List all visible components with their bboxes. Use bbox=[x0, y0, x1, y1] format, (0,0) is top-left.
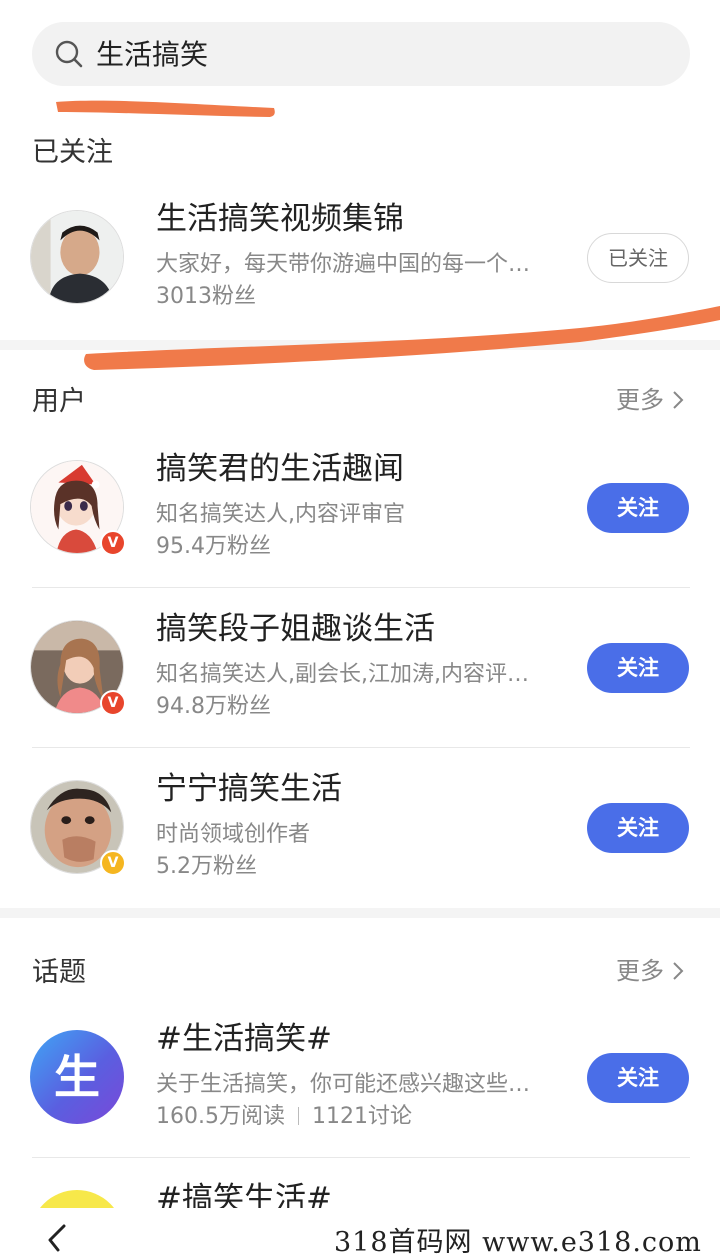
search-bar[interactable]: 生活搞笑 bbox=[32, 22, 690, 86]
row-fans: 95.4万粉丝 bbox=[156, 534, 271, 559]
followed-button[interactable]: 已关注 bbox=[587, 233, 689, 283]
row-fans: 94.8万粉丝 bbox=[156, 694, 271, 719]
more-label: 更多 bbox=[616, 386, 664, 414]
chevron-right-icon bbox=[673, 962, 684, 980]
more-label: 更多 bbox=[616, 957, 664, 985]
read-count: 160.5万阅读 bbox=[156, 1104, 285, 1129]
users-more-link[interactable]: 更多 bbox=[616, 384, 686, 416]
follow-button[interactable]: 关注 bbox=[587, 483, 689, 533]
search-icon bbox=[55, 40, 83, 68]
follow-button[interactable]: 关注 bbox=[587, 643, 689, 693]
divider bbox=[32, 1157, 690, 1158]
followed-row[interactable]: 生活搞笑视频集锦 大家好，每天带你游遍中国的每一个… 3013粉丝 已关注 bbox=[0, 180, 720, 340]
row-stats: 160.5万阅读 1121讨论 bbox=[156, 1102, 412, 1132]
search-input[interactable]: 生活搞笑 bbox=[96, 38, 208, 72]
section-title-topics: 话题 bbox=[32, 957, 86, 988]
section-title-followed: 已关注 bbox=[32, 137, 113, 168]
avatar bbox=[30, 210, 124, 304]
row-desc: 知名搞笑达人,副会长,江加涛,内容评… bbox=[156, 662, 529, 687]
row-name: #生活搞笑# bbox=[156, 1021, 332, 1057]
watermark-text: 318首码网 www.e318.com bbox=[334, 1227, 702, 1255]
section-divider bbox=[0, 908, 720, 918]
divider bbox=[32, 747, 690, 748]
back-arrow-icon[interactable] bbox=[44, 1222, 70, 1252]
row-desc: 知名搞笑达人,内容评审官 bbox=[156, 502, 405, 527]
verified-badge-icon: V bbox=[100, 690, 126, 716]
row-desc: 时尚领域创作者 bbox=[156, 822, 311, 847]
row-fans: 3013粉丝 bbox=[156, 284, 256, 309]
follow-button[interactable]: 关注 bbox=[587, 1053, 689, 1103]
user-row[interactable]: V 搞笑君的生活趣闻 知名搞笑达人,内容评审官 95.4万粉丝 关注 bbox=[0, 430, 720, 590]
topic-row[interactable]: #搞笑生活# bbox=[0, 1160, 720, 1208]
user-row[interactable]: V 搞笑段子姐趣谈生活 知名搞笑达人,副会长,江加涛,内容评… 94.8万粉丝 … bbox=[0, 590, 720, 750]
stat-separator bbox=[297, 1107, 299, 1125]
row-name: 生活搞笑视频集锦 bbox=[156, 201, 404, 237]
row-desc: 大家好，每天带你游遍中国的每一个… bbox=[156, 252, 531, 277]
discuss-count: 1121讨论 bbox=[311, 1104, 412, 1129]
section-title-users: 用户 bbox=[32, 386, 86, 417]
row-name: 搞笑君的生活趣闻 bbox=[156, 451, 404, 487]
user-row[interactable]: V 宁宁搞笑生活 时尚领域创作者 5.2万粉丝 关注 bbox=[0, 750, 720, 910]
verified-badge-icon: V bbox=[100, 850, 126, 876]
row-fans: 5.2万粉丝 bbox=[156, 854, 257, 879]
follow-button[interactable]: 关注 bbox=[587, 803, 689, 853]
row-desc: 关于生活搞笑，你可能还感兴趣这些… bbox=[156, 1072, 531, 1097]
scribble-mark bbox=[56, 100, 275, 117]
topic-row[interactable]: 生 #生活搞笑# 关于生活搞笑，你可能还感兴趣这些… 160.5万阅读 1121… bbox=[0, 1000, 720, 1160]
row-name: 搞笑段子姐趣谈生活 bbox=[156, 611, 435, 647]
row-name: #搞笑生活# bbox=[156, 1181, 332, 1208]
verified-badge-icon: V bbox=[100, 530, 126, 556]
topics-more-link[interactable]: 更多 bbox=[616, 955, 686, 987]
topic-icon: 生 bbox=[30, 1030, 124, 1124]
topic-icon-char: 生 bbox=[54, 1050, 100, 1104]
section-divider bbox=[0, 340, 720, 350]
topic-icon bbox=[30, 1190, 124, 1208]
row-name: 宁宁搞笑生活 bbox=[156, 771, 342, 807]
divider bbox=[32, 587, 690, 588]
chevron-right-icon bbox=[673, 391, 684, 409]
